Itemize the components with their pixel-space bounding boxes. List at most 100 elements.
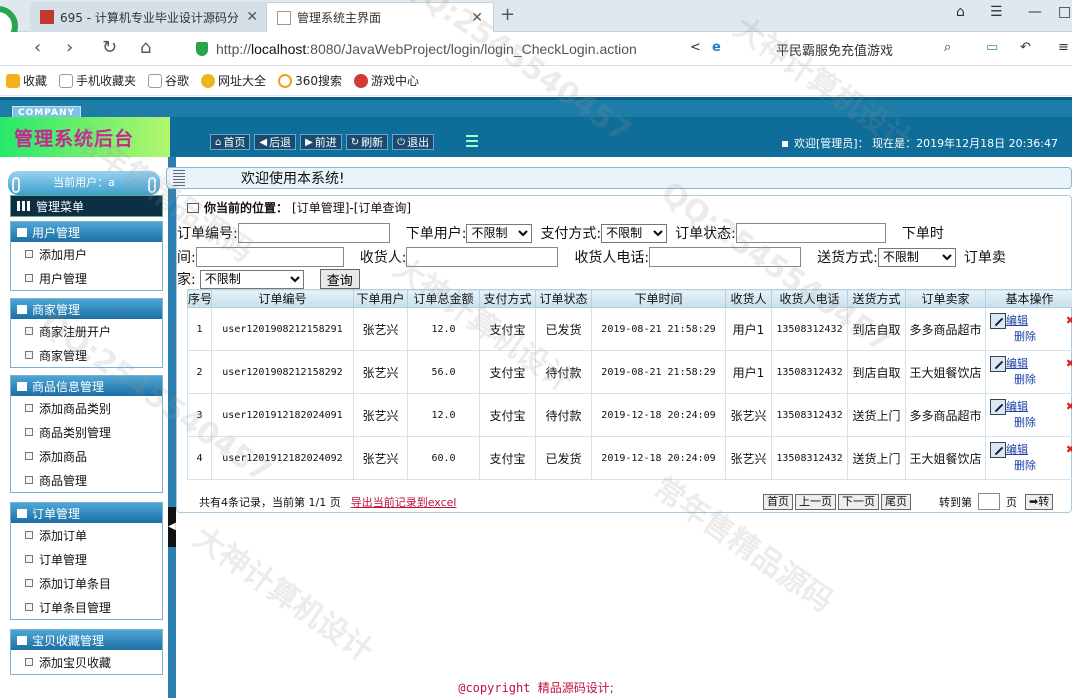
delete-link[interactable]: 删除 xyxy=(1014,415,1036,431)
edit-icon[interactable] xyxy=(990,313,1006,329)
cell-time: 2019-12-18 20:24:09 xyxy=(591,393,726,437)
bookmark-google[interactable]: 谷歌 xyxy=(148,72,189,89)
first-page-button[interactable]: 首页 xyxy=(763,494,793,510)
close-tab-icon[interactable]: ✕ xyxy=(471,10,483,26)
collapse-sidebar-icon[interactable]: ◀ xyxy=(168,507,176,547)
shirt-icon[interactable]: ⌂ xyxy=(956,4,965,20)
browser-tab-admin[interactable]: 管理系统主界面 ✕ xyxy=(266,2,494,32)
logout-button[interactable]: ⏻ 退出 xyxy=(392,134,435,150)
close-tab-icon[interactable]: ✕ xyxy=(246,9,258,25)
delete-icon[interactable]: ✖ xyxy=(1066,443,1072,456)
menu-item-add-order[interactable]: 添加订单 xyxy=(11,523,162,547)
menu-item-category-manage[interactable]: 商品类别管理 xyxy=(11,420,162,444)
bookmark-360[interactable]: 360搜索 xyxy=(278,72,342,89)
home-icon[interactable]: ⌂ xyxy=(140,37,151,58)
last-page-button[interactable]: 尾页 xyxy=(881,494,911,510)
query-button[interactable]: 查询 xyxy=(319,269,360,289)
order-time-label-tail: 间: xyxy=(177,250,196,266)
delete-link[interactable]: 删除 xyxy=(1014,329,1036,345)
receiver-phone-input[interactable] xyxy=(649,247,802,267)
forward-button[interactable]: ▶ 前进 xyxy=(300,134,342,150)
order-time-input[interactable] xyxy=(195,247,344,267)
order-no-input[interactable] xyxy=(237,223,390,243)
menu-item-seller-manage[interactable]: 商家管理 xyxy=(11,343,162,367)
top-nav: ⌂ 首页 ◀ 后退 ▶ 前进 ↻ 刷新 ⏻ 退出 xyxy=(210,134,435,150)
menu-group-header[interactable]: 宝贝收藏管理 xyxy=(11,630,162,650)
reload-icon[interactable]: ↻ xyxy=(102,37,117,58)
menu-item-seller-register[interactable]: 商家注册开户 xyxy=(11,319,162,343)
browser-tab-source-site[interactable]: 695 - 计算机专业毕业设计源码分 ✕ xyxy=(30,2,268,32)
prev-page-button[interactable]: 上一页 xyxy=(795,494,836,510)
cell-receiver: 张艺兴 xyxy=(725,436,772,480)
cell-actions: 编辑删除 ✖ xyxy=(985,350,1072,394)
battery-icon[interactable]: ▭ xyxy=(986,40,998,55)
edit-icon[interactable] xyxy=(990,356,1006,372)
order-user-select[interactable]: 不限制 xyxy=(466,223,533,243)
minimize-icon[interactable]: — xyxy=(1028,4,1042,20)
back-icon[interactable]: ‹ xyxy=(34,37,41,58)
menu-item-user-manage[interactable]: 用户管理 xyxy=(11,266,162,290)
page-icon xyxy=(25,327,33,335)
menu-item-add-product[interactable]: 添加商品 xyxy=(11,444,162,468)
more-icon[interactable]: ≡ xyxy=(1058,40,1069,55)
delete-link[interactable]: 删除 xyxy=(1014,372,1036,388)
url-field[interactable]: http://localhost:8080/JavaWebProject/log… xyxy=(192,37,678,61)
pay-method-select[interactable]: 不限制 xyxy=(601,223,668,243)
edit-icon[interactable] xyxy=(990,399,1006,415)
edit-link[interactable]: 编辑 xyxy=(1006,399,1036,415)
cell-seller: 多多商品超市 xyxy=(905,307,986,351)
cell-phone: 13508312432 xyxy=(771,350,848,394)
menu-group-header[interactable]: 商品信息管理 xyxy=(11,376,162,396)
menu-group-header[interactable]: 用户管理 xyxy=(11,222,162,242)
menu-item-add-user[interactable]: 添加用户 xyxy=(11,242,162,266)
search-icon[interactable]: ⌕ xyxy=(944,40,951,55)
bookmark-favorites[interactable]: 收藏 xyxy=(6,72,47,89)
menu-item-add-category[interactable]: 添加商品类别 xyxy=(11,396,162,420)
maximize-icon[interactable]: □ xyxy=(1058,4,1071,20)
cell-status: 已发货 xyxy=(535,436,592,480)
edit-link[interactable]: 编辑 xyxy=(1006,442,1036,458)
delete-icon[interactable]: ✖ xyxy=(1066,314,1072,327)
menu-item-order-manage[interactable]: 订单管理 xyxy=(11,547,162,571)
bookmark-sites[interactable]: 网址大全 xyxy=(201,72,266,89)
goto-page-input[interactable] xyxy=(978,493,1000,510)
menu-item-add-order-item[interactable]: 添加订单条目 xyxy=(11,571,162,595)
col-header: 支付方式 xyxy=(479,289,536,308)
menu-group-header[interactable]: 商家管理 xyxy=(11,299,162,319)
menu-item-order-item-manage[interactable]: 订单条目管理 xyxy=(11,595,162,619)
menu-group-header[interactable]: 订单管理 xyxy=(11,503,162,523)
welcome-text: 欢迎[管理员]： xyxy=(794,137,869,150)
menu-item-product-manage[interactable]: 商品管理 xyxy=(11,468,162,492)
edit-link[interactable]: 编辑 xyxy=(1006,356,1036,372)
edit-icon[interactable] xyxy=(990,442,1006,458)
menu-item-add-favorite[interactable]: 添加宝贝收藏 xyxy=(11,650,162,674)
bookmark-games[interactable]: 游戏中心 xyxy=(353,72,419,89)
export-excel-link[interactable]: 导出当前记录到excel xyxy=(351,494,457,510)
bookmark-mobile[interactable]: 手机收藏夹 xyxy=(59,72,136,89)
delete-icon[interactable]: ✖ xyxy=(1066,400,1072,413)
share-icon[interactable]: < xyxy=(690,40,701,55)
back-button[interactable]: ◀ 后退 xyxy=(254,134,297,150)
menu-icon[interactable]: ☰ xyxy=(990,4,1003,20)
order-status-input[interactable] xyxy=(735,223,886,243)
new-tab-button[interactable]: + xyxy=(500,4,515,25)
welcome-bar: 欢迎使用本系统! xyxy=(166,167,1072,189)
folder-icon xyxy=(17,635,27,645)
search-suggestion[interactable]: 平民霸服免充值游戏 xyxy=(776,40,893,59)
refresh-button[interactable]: ↻ 刷新 xyxy=(345,134,389,150)
seller-label-tail: 家: xyxy=(177,272,196,288)
seller-select[interactable]: 不限制 xyxy=(199,269,304,289)
next-page-button[interactable]: 下一页 xyxy=(838,494,879,510)
edit-link[interactable]: 编辑 xyxy=(1006,313,1036,329)
cell-phone: 13508312432 xyxy=(771,393,848,437)
ship-method-select[interactable]: 不限制 xyxy=(877,247,956,267)
delete-icon[interactable]: ✖ xyxy=(1066,357,1072,370)
home-button[interactable]: ⌂ 首页 xyxy=(210,134,251,150)
go-button[interactable]: ➡转 xyxy=(1025,493,1054,510)
undo-icon[interactable]: ↶ xyxy=(1020,40,1031,55)
ie-mode-icon[interactable]: e xyxy=(712,40,721,55)
admin-app: COMPANY 管理系统后台 ⌂ 首页 ◀ 后退 ▶ 前进 ↻ 刷新 ⏻ 退出 欢迎[管理… xyxy=(0,97,1072,698)
forward-icon[interactable]: › xyxy=(66,37,73,58)
delete-link[interactable]: 删除 xyxy=(1014,458,1036,474)
receiver-input[interactable] xyxy=(406,247,559,267)
